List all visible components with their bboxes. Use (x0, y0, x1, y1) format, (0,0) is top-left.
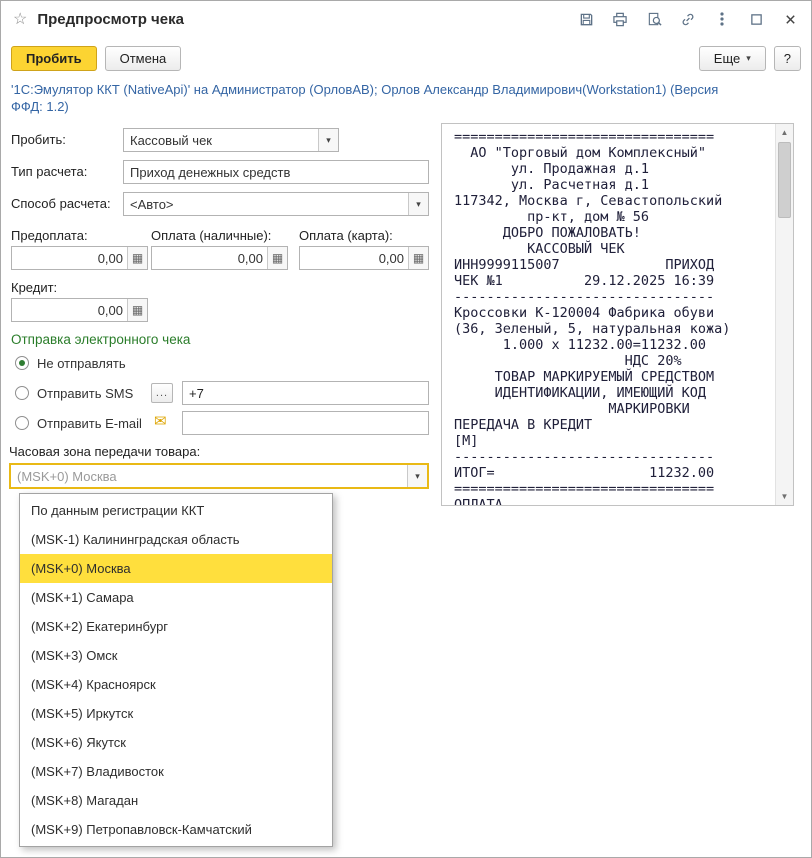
save-icon[interactable] (577, 10, 595, 28)
calc-method-combo-arrow[interactable]: ▾ (408, 193, 428, 215)
calc-type-field[interactable]: Приход денежных средств (123, 160, 429, 184)
calculator-glyph: ▦ (131, 303, 144, 317)
timezone-dropdown-item[interactable]: (MSK+5) Иркутск (20, 699, 332, 728)
more-button-label: Еще (713, 50, 741, 66)
calc-method-value: <Авто> (130, 196, 174, 212)
commit-button[interactable]: Пробить (11, 45, 97, 71)
calculator-glyph: ▦ (412, 251, 425, 265)
close-icon[interactable] (781, 10, 799, 28)
scrollbar-track[interactable] (776, 219, 793, 488)
email-input[interactable] (182, 411, 429, 435)
chevron-down-icon: ▾ (416, 198, 421, 209)
radio-dont-send-label: Не отправлять (37, 355, 126, 371)
cash-label: Оплата (наличные): (151, 228, 272, 243)
probit-combo[interactable]: Кассовый чек ▾ (123, 128, 339, 152)
calculator-glyph: ▦ (271, 251, 284, 265)
timezone-dropdown-item[interactable]: (MSK+3) Омск (20, 641, 332, 670)
timezone-combo-arrow[interactable]: ▾ (407, 465, 427, 487)
radio-send-email[interactable]: Отправить E-mail (15, 413, 142, 433)
radio-send-sms[interactable]: Отправить SMS (15, 383, 133, 403)
favorite-star-icon[interactable]: ☆ (13, 9, 27, 29)
prepayment-input[interactable]: 0,00 ▦ (11, 246, 148, 270)
timezone-dropdown-item[interactable]: (MSK+4) Красноярск (20, 670, 332, 699)
calculator-icon[interactable]: ▦ (267, 247, 287, 269)
sms-options-button[interactable]: ... (151, 383, 173, 403)
receipt-preview-panel: ================================ АО "Тор… (441, 123, 794, 506)
calculator-icon[interactable]: ▦ (127, 299, 147, 321)
card-value: 0,00 (378, 250, 404, 266)
timezone-label: Часовая зона передачи товара: (9, 444, 201, 459)
credit-label: Кредит: (11, 280, 58, 295)
print-icon[interactable] (611, 10, 629, 28)
scroll-down-icon[interactable]: ▼ (776, 488, 793, 505)
titlebar-actions (577, 10, 799, 28)
card-input[interactable]: 0,00 ▦ (299, 246, 429, 270)
receipt-preview-window: ☆ Предпросмотр чека Пробить Отмена Еще ▾… (0, 0, 812, 858)
calculator-glyph: ▦ (131, 251, 144, 265)
credit-value: 0,00 (97, 302, 123, 318)
calculator-icon[interactable]: ▦ (408, 247, 428, 269)
envelope-icon: ✉ (154, 413, 167, 430)
prepayment-label: Предоплата: (11, 228, 88, 243)
help-button[interactable]: ? (773, 45, 801, 71)
cash-input[interactable]: 0,00 ▦ (151, 246, 288, 270)
radio-send-email-label: Отправить E-mail (37, 415, 142, 431)
timezone-dropdown-item[interactable]: (MSK+6) Якутск (20, 728, 332, 757)
calc-method-label: Способ расчета: (11, 196, 111, 211)
timezone-combo[interactable]: (MSK+0) Москва ▾ (9, 463, 429, 489)
device-info-text: '1С:Эмулятор ККТ (NativeApi)' на Админис… (11, 82, 719, 114)
chevron-down-icon: ▾ (326, 134, 331, 145)
window-title: Предпросмотр чека (37, 10, 184, 28)
preview-icon[interactable] (645, 10, 663, 28)
more-button[interactable]: Еще ▾ (698, 45, 766, 71)
timezone-dropdown-item[interactable]: (MSK+1) Самара (20, 583, 332, 612)
timezone-dropdown-item[interactable]: (MSK+8) Магадан (20, 786, 332, 815)
timezone-dropdown-item[interactable]: (MSK+7) Владивосток (20, 757, 332, 786)
timezone-dropdown-item[interactable]: (MSK+9) Петропавловск-Камчатский (20, 815, 332, 844)
probit-combo-arrow[interactable]: ▾ (318, 129, 338, 151)
timezone-dropdown-item[interactable]: (MSK+0) Москва (20, 554, 332, 583)
more-icon[interactable] (713, 10, 731, 28)
radio-send-sms-label: Отправить SMS (37, 385, 134, 401)
calc-method-combo[interactable]: <Авто> ▾ (123, 192, 429, 216)
calc-type-value: Приход денежных средств (130, 164, 291, 180)
radio-dot (15, 386, 29, 400)
receipt-scrollbar[interactable]: ▲ ▼ (775, 124, 793, 505)
calc-type-label: Тип расчета: (11, 164, 88, 179)
maximize-icon[interactable] (747, 10, 765, 28)
link-icon[interactable] (679, 10, 697, 28)
receipt-text: ================================ АО "Тор… (454, 129, 731, 505)
toolbar-right: Еще ▾ ? (698, 45, 801, 71)
send-section-title: Отправка электронного чека (11, 332, 191, 347)
sms-phone-input[interactable] (182, 381, 429, 405)
timezone-dropdown-item[interactable]: (MSK+2) Екатеринбург (20, 612, 332, 641)
radio-dont-send[interactable]: Не отправлять (15, 353, 126, 373)
timezone-dropdown-item[interactable]: По данным регистрации ККТ (20, 496, 332, 525)
credit-input[interactable]: 0,00 ▦ (11, 298, 148, 322)
chevron-down-icon: ▾ (746, 52, 751, 63)
scroll-up-icon[interactable]: ▲ (776, 124, 793, 141)
cancel-button[interactable]: Отмена (104, 45, 182, 71)
scrollbar-thumb[interactable] (778, 142, 791, 218)
timezone-combo-value: (MSK+0) Москва (17, 468, 117, 484)
timezone-dropdown-item[interactable]: (MSK-1) Калининградская область (20, 525, 332, 554)
radio-dot (15, 356, 29, 370)
probit-label: Пробить: (11, 132, 66, 147)
titlebar: ☆ Предпросмотр чека (1, 1, 811, 37)
calculator-icon[interactable]: ▦ (127, 247, 147, 269)
timezone-dropdown-list: По данным регистрации ККТ (MSK-1) Калинин… (19, 493, 333, 847)
probit-combo-value: Кассовый чек (130, 132, 212, 148)
cash-value: 0,00 (237, 250, 263, 266)
toolbar: Пробить Отмена Еще ▾ ? (11, 45, 801, 71)
radio-dot (15, 416, 29, 430)
prepayment-value: 0,00 (97, 250, 123, 266)
chevron-down-icon: ▾ (415, 470, 420, 481)
card-label: Оплата (карта): (299, 228, 393, 243)
